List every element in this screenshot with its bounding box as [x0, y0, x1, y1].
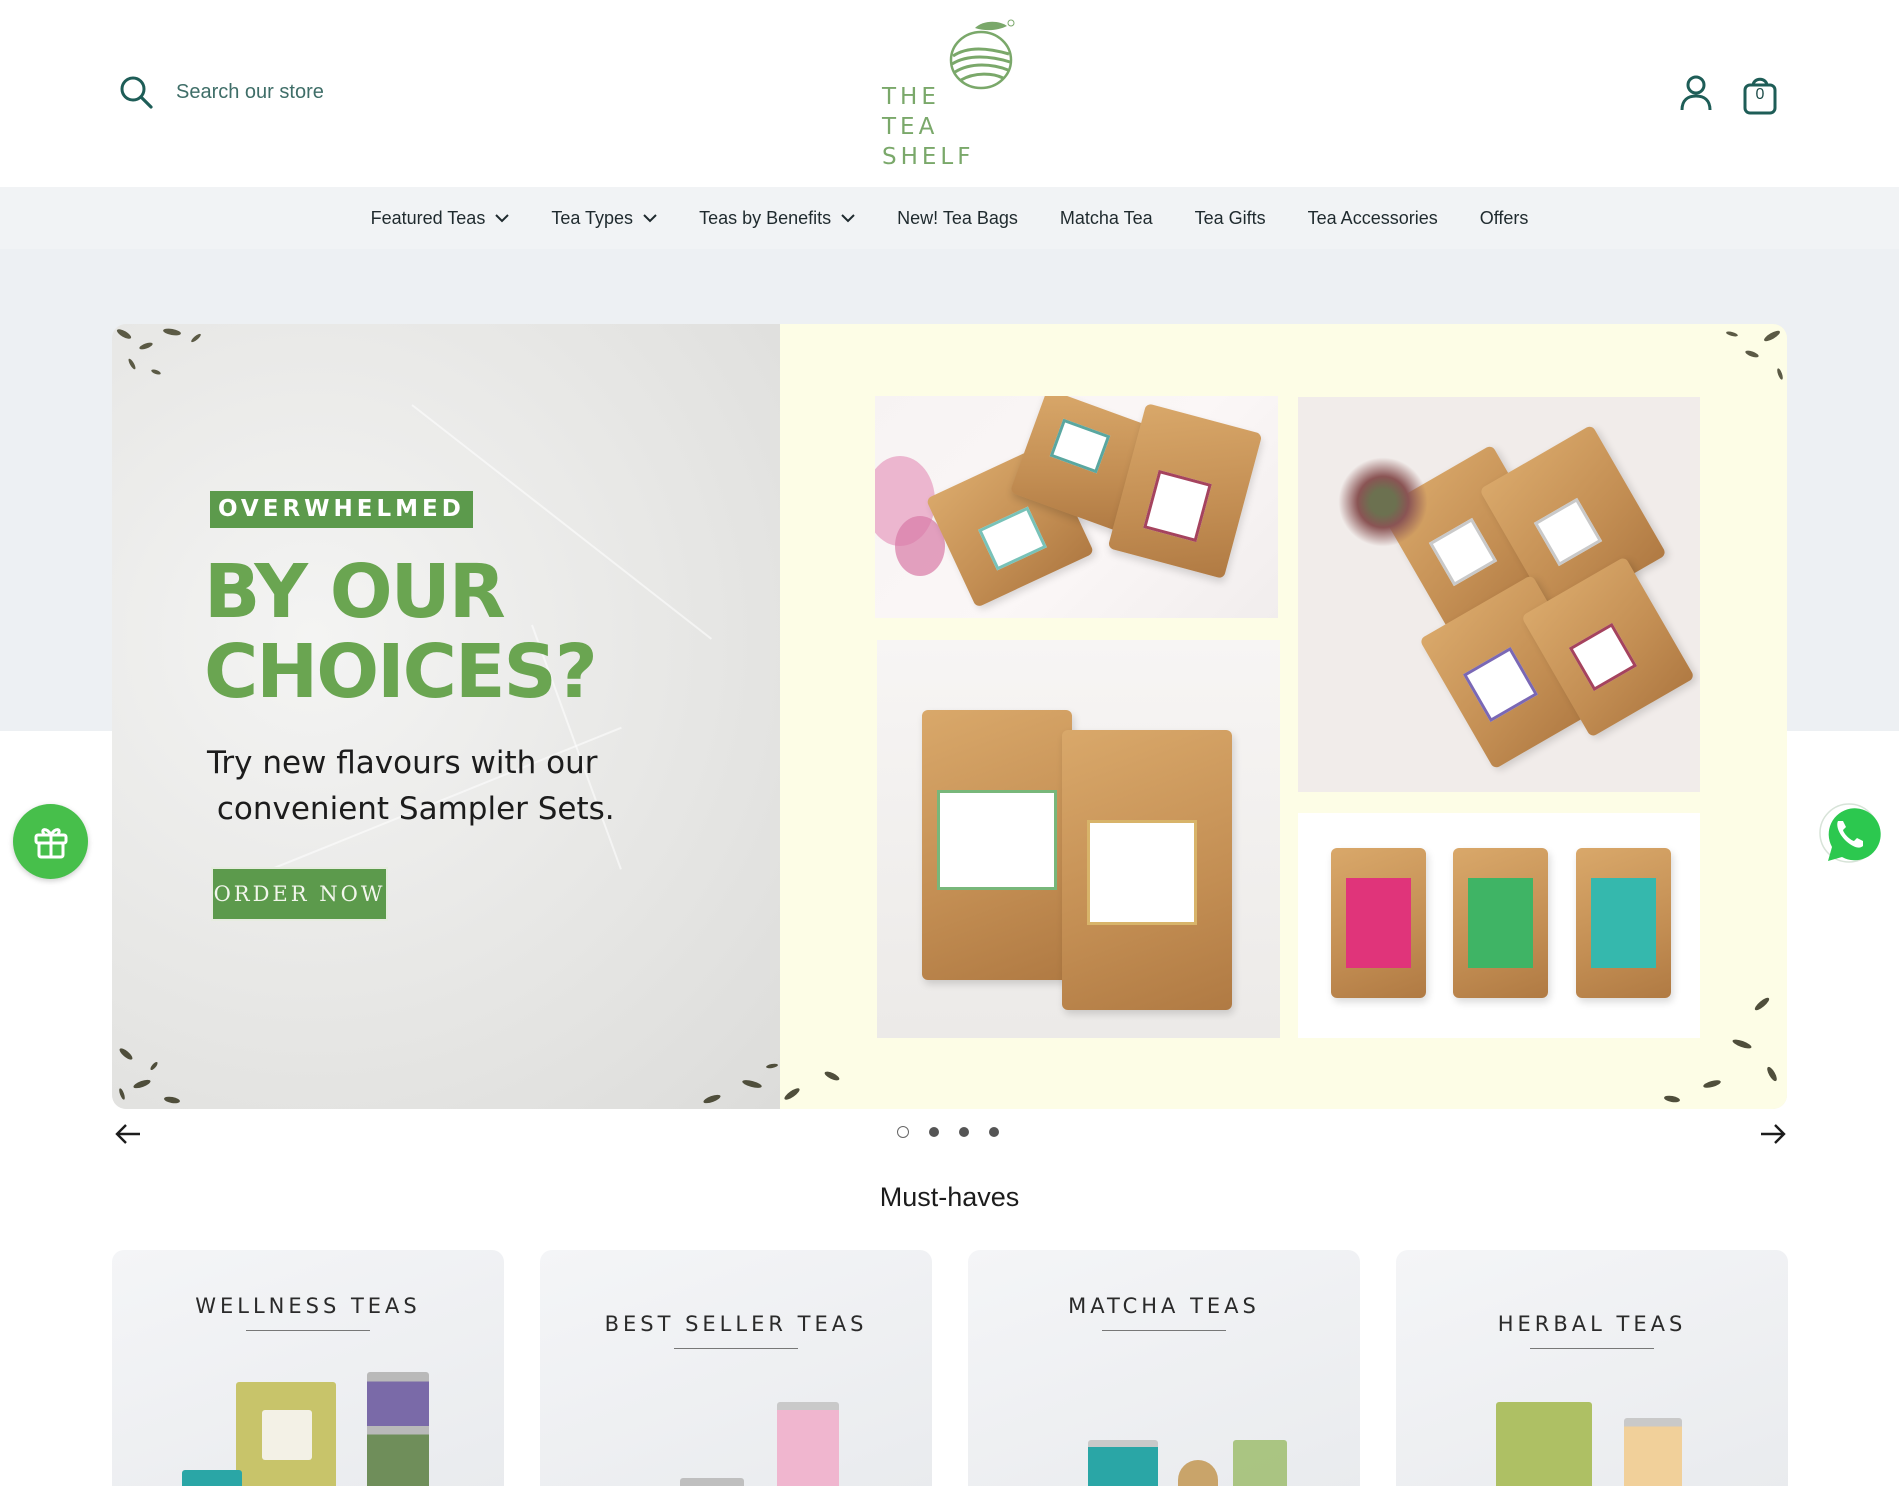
card-title: BEST SELLER TEAS — [604, 1312, 868, 1336]
product-label — [262, 1410, 312, 1460]
carousel-dot[interactable] — [897, 1126, 909, 1138]
nav-item-tea-gifts[interactable]: Tea Gifts — [1195, 208, 1266, 229]
hero-subline: Try new flavours with our convenient Sam… — [207, 740, 727, 832]
hero-slide[interactable]: OVERWHELMED BY OUR CHOICES? Try new flav… — [112, 324, 1787, 1109]
card-title: HERBAL TEAS — [1497, 1312, 1687, 1336]
nav-item-matcha-tea[interactable]: Matcha Tea — [1060, 208, 1153, 229]
nav-item-label: Featured Teas — [370, 207, 486, 228]
sampler-photo — [1298, 813, 1700, 1038]
product-tin — [367, 1372, 429, 1486]
gift-icon — [34, 827, 67, 858]
nav-item-new-tea-bags[interactable]: New! Tea Bags — [897, 208, 1018, 229]
nav-item-label: Tea Gifts — [1194, 207, 1266, 228]
carousel-dots — [897, 1126, 999, 1138]
site-header: THE TEA SHELF 0 — [0, 0, 1899, 187]
collection-card-wellness[interactable]: WELLNESS TEAS — [112, 1250, 504, 1486]
tea-leaves-decoration — [703, 1063, 840, 1104]
sampler-photo — [877, 640, 1280, 1038]
nav-item-featured-teas[interactable]: Featured Teas — [371, 208, 510, 229]
hero-headline: BY OUR CHOICES? — [204, 552, 724, 712]
card-divider — [674, 1348, 798, 1349]
nav-item-tea-accessories[interactable]: Tea Accessories — [1308, 208, 1438, 229]
hero-subline-line: convenient Sampler Sets. — [207, 791, 615, 827]
tea-leaves-decoration — [119, 1048, 180, 1104]
carousel-dot[interactable] — [929, 1127, 939, 1137]
sampler-photo — [875, 396, 1278, 618]
hero-tag: OVERWHELMED — [210, 491, 473, 528]
search-icon[interactable] — [118, 74, 154, 110]
carousel-dot[interactable] — [959, 1127, 969, 1137]
rewards-gift-button[interactable] — [13, 804, 88, 879]
hero-headline-line: BY OUR — [204, 549, 506, 635]
chevron-down-icon — [495, 213, 510, 222]
chevron-down-icon — [643, 213, 657, 222]
product-tin — [182, 1470, 242, 1486]
nav-item-tea-types[interactable]: Tea Types — [551, 208, 657, 229]
account-icon[interactable] — [1678, 74, 1714, 112]
prev-slide-arrow-icon[interactable] — [114, 1122, 142, 1146]
logo-line: TEA — [882, 114, 939, 140]
nav-item-label: Offers — [1479, 207, 1529, 228]
collection-card-matcha[interactable]: MATCHA TEAS — [968, 1250, 1360, 1486]
whatsapp-icon[interactable] — [1816, 801, 1882, 867]
logo-line: SHELF — [882, 144, 975, 170]
main-nav: Featured Teas Tea Types Teas by Benefits… — [0, 187, 1899, 249]
nav-item-label: Teas by Benefits — [699, 207, 832, 228]
product-pouch — [1496, 1402, 1592, 1486]
matcha-glass — [1233, 1440, 1287, 1486]
marble-panel — [112, 324, 780, 1109]
product-tin — [777, 1402, 839, 1486]
logo-wordmark: THE TEA SHELF — [882, 82, 974, 172]
sampler-photo — [1298, 397, 1700, 792]
nav-item-label: Tea Accessories — [1307, 207, 1438, 228]
nav-item-offers[interactable]: Offers — [1480, 208, 1529, 229]
card-divider — [1530, 1348, 1654, 1349]
search-input[interactable] — [176, 80, 436, 104]
product-tin — [1624, 1418, 1682, 1486]
order-now-button[interactable]: ORDER NOW — [211, 867, 388, 921]
chevron-down-icon — [841, 213, 855, 222]
hero-subline-line: Try new flavours with our — [207, 745, 598, 781]
tea-leaves-decoration — [116, 328, 201, 375]
next-slide-arrow-icon[interactable] — [1759, 1122, 1787, 1146]
nav-item-label: Matcha Tea — [1059, 207, 1153, 228]
site-logo[interactable]: THE TEA SHELF — [878, 18, 1018, 170]
logo-line: THE — [882, 84, 940, 110]
hero-headline-line: CHOICES? — [204, 629, 598, 715]
product-tin — [680, 1478, 744, 1486]
tea-leaves-decoration — [1726, 330, 1783, 380]
card-title: WELLNESS TEAS — [195, 1294, 421, 1318]
carousel-dot[interactable] — [989, 1127, 999, 1137]
card-title: MATCHA TEAS — [1068, 1294, 1260, 1318]
nav-item-label: New! Tea Bags — [897, 207, 1018, 228]
section-title: Must-haves — [879, 1182, 1020, 1212]
card-divider — [1102, 1330, 1226, 1331]
cart-count: 0 — [1755, 86, 1765, 103]
collection-card-herbal[interactable]: HERBAL TEAS — [1396, 1250, 1788, 1486]
product-tin — [1088, 1440, 1158, 1486]
cart-button[interactable]: 0 — [1740, 72, 1780, 116]
card-divider — [246, 1330, 370, 1331]
nav-item-teas-by-benefits[interactable]: Teas by Benefits — [699, 208, 855, 229]
nav-item-label: Tea Types — [551, 207, 634, 228]
matcha-whisk — [1178, 1460, 1218, 1486]
search-bar[interactable] — [118, 72, 436, 112]
collection-card-best-seller[interactable]: BEST SELLER TEAS — [540, 1250, 932, 1486]
